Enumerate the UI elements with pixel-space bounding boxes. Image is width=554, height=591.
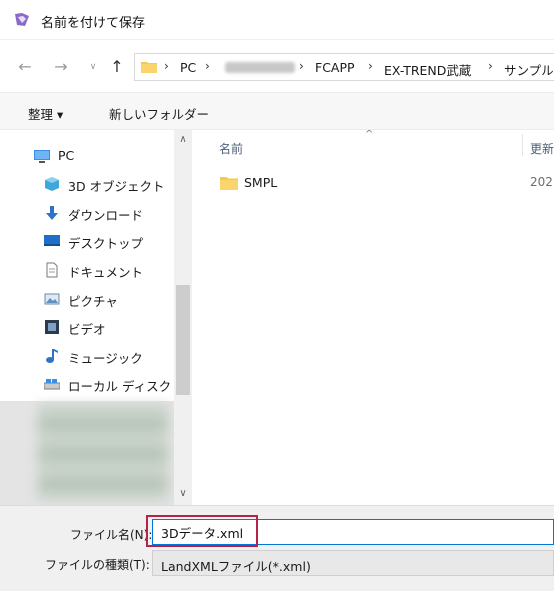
music-icon: [46, 349, 58, 363]
blurred-username[interactable]: [225, 62, 295, 73]
app-icon: [15, 13, 29, 26]
document-icon: [46, 262, 58, 278]
navigation-bar: ← → ∨ ↑ › PC › › FCAPP › EX-TREND武蔵 › サン…: [0, 40, 554, 92]
sidebar-item-label: PC: [58, 148, 75, 163]
filename-input[interactable]: [152, 519, 554, 545]
breadcrumb-separator: ›: [368, 59, 373, 73]
column-divider[interactable]: [522, 134, 523, 156]
picture-icon: [44, 293, 60, 305]
recent-locations-button[interactable]: ∨: [86, 57, 100, 77]
filetype-select[interactable]: LandXMLファイル(*.xml): [152, 550, 554, 576]
back-button[interactable]: ←: [14, 57, 36, 77]
arrow-up-icon: ↑: [110, 57, 124, 76]
window-title: 名前を付けて保存: [41, 16, 146, 31]
breadcrumb-separator: ›: [488, 59, 493, 73]
column-header-date[interactable]: 更新日時: [530, 140, 554, 157]
forward-button[interactable]: →: [50, 57, 72, 77]
up-button[interactable]: ↑: [107, 57, 127, 77]
breadcrumb-separator: ›: [299, 59, 304, 73]
local-disk-icon: [44, 379, 60, 390]
arrow-right-icon: →: [54, 57, 68, 76]
file-list-pane: ^ 名前 更新日時 SMPL 202: [192, 130, 554, 505]
filetype-label: ファイルの種類(T):: [45, 558, 150, 572]
folder-icon: [220, 177, 238, 190]
download-icon: [46, 206, 58, 220]
chevron-down-icon: ∨: [179, 488, 187, 499]
sidebar-item-music[interactable]: ミュージック: [0, 342, 174, 370]
breadcrumb-separator: ›: [205, 59, 210, 73]
breadcrumb-fcapp[interactable]: FCAPP: [315, 60, 355, 75]
title-bar: 名前を付けて保存: [0, 0, 554, 40]
sidebar-item-documents[interactable]: ドキュメント: [0, 256, 174, 284]
desktop-icon: [44, 235, 60, 246]
address-bar[interactable]: › PC › › FCAPP › EX-TREND武蔵 › サンプル: [134, 53, 554, 81]
file-name: SMPL: [244, 175, 278, 190]
column-header-name[interactable]: 名前: [219, 140, 243, 157]
breadcrumb-pc[interactable]: PC: [180, 60, 196, 75]
sidebar-item-label: デスクトップ: [68, 236, 144, 251]
sort-ascending-icon: ^: [365, 130, 374, 140]
chevron-up-icon: ∧: [179, 134, 187, 145]
3d-objects-icon: [45, 177, 59, 191]
file-row[interactable]: SMPL 202: [192, 170, 554, 196]
scroll-thumb[interactable]: [176, 285, 190, 395]
save-options-panel: ファイル名(N): ファイルの種類(T): LandXMLファイル(*.xml): [0, 505, 554, 591]
breadcrumb-ex-trend[interactable]: EX-TREND武蔵: [384, 60, 471, 79]
filename-label: ファイル名(N):: [70, 528, 153, 542]
sidebar-item-label: ローカル ディスク (C: [68, 379, 174, 394]
sidebar-item-desktop[interactable]: デスクトップ: [0, 227, 174, 255]
video-icon: [45, 320, 59, 334]
scroll-up-button[interactable]: ∧: [174, 132, 192, 148]
command-toolbar: 整理 ▾ 新しいフォルダー: [0, 92, 554, 130]
pc-icon: [34, 150, 50, 163]
new-folder-button[interactable]: 新しいフォルダー: [109, 104, 209, 123]
file-date: 202: [530, 175, 553, 189]
breadcrumb-separator: ›: [164, 59, 169, 73]
navigation-pane: PC 3D オブジェクト ダウンロード デスクトップ ドキュメント ピクチャ ビ…: [0, 130, 174, 505]
sidebar-item-videos[interactable]: ビデオ: [0, 313, 174, 341]
sidebar-item-downloads[interactable]: ダウンロード: [0, 199, 174, 227]
sidebar-scrollbar[interactable]: ∧ ∨: [174, 130, 192, 505]
sidebar-item-label: 3D オブジェクト: [68, 179, 165, 194]
arrow-left-icon: ←: [18, 57, 32, 76]
sidebar-item-local-disk[interactable]: ローカル ディスク (C: [0, 370, 174, 398]
sidebar-item-label: ドキュメント: [68, 265, 144, 280]
filetype-selected-value: LandXMLファイル(*.xml): [161, 559, 311, 574]
sidebar-item-label: ピクチャ: [68, 294, 118, 309]
sidebar-item-label: ビデオ: [68, 322, 106, 337]
chevron-down-icon: ∨: [89, 62, 97, 72]
sidebar-item-pc[interactable]: PC: [0, 142, 174, 170]
sidebar-item-label: ミュージック: [68, 351, 143, 366]
sidebar-item-3d-objects[interactable]: 3D オブジェクト: [0, 170, 174, 198]
sidebar-item-pictures[interactable]: ピクチャ: [0, 285, 174, 313]
folder-icon: [141, 62, 157, 73]
scroll-down-button[interactable]: ∨: [174, 486, 192, 502]
sidebar-item-label: ダウンロード: [68, 208, 144, 223]
organize-button[interactable]: 整理 ▾: [28, 104, 63, 123]
blurred-network-items: [38, 405, 168, 500]
breadcrumb-sample[interactable]: サンプル: [504, 60, 554, 79]
